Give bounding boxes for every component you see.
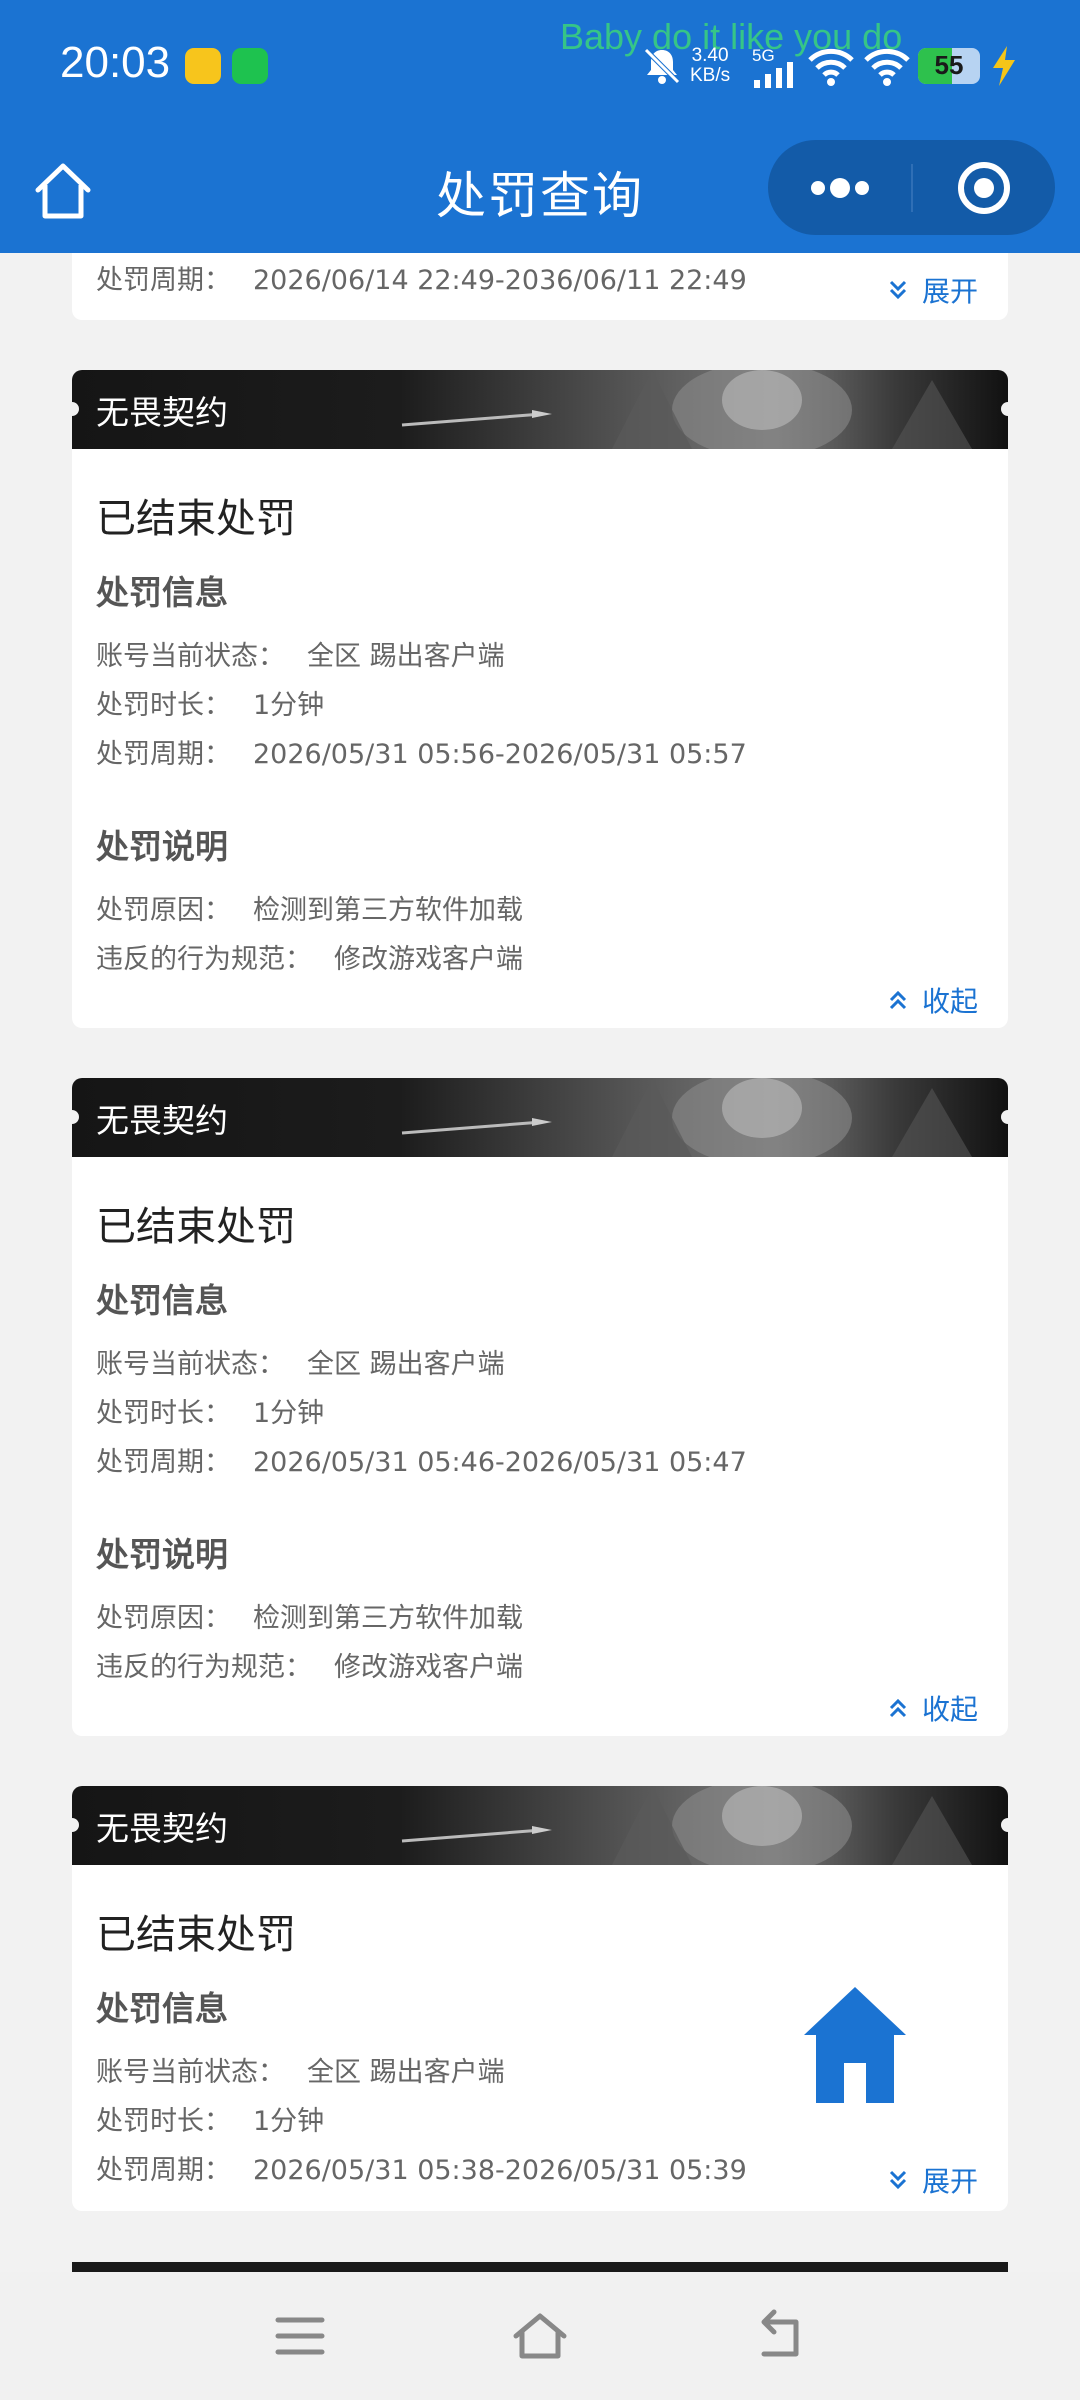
duration-label: 处罚时长： (96, 1398, 231, 1429)
account-state-value: 全区 踢出客户端 (307, 1349, 505, 1380)
toggle-label: 展开 (921, 275, 978, 308)
account-state-row: 账号当前状态： 全区 踢出客户端 (96, 634, 505, 673)
net-speed-unit: KB/s (690, 65, 731, 86)
penalty-desc-title: 处罚说明 (96, 1535, 228, 1574)
penalty-status: 已结束处罚 (96, 1912, 296, 1958)
period-value: 2026/05/31 05:56-2026/05/31 05:57 (253, 739, 747, 770)
status-bar: 20:03 Baby do it like you do 3.40 KB/s 5… (0, 0, 1080, 130)
account-state-label: 账号当前状态： (96, 641, 285, 672)
rule-label: 违反的行为规范： (96, 944, 312, 975)
reason-label: 处罚原因： (96, 1603, 231, 1634)
charging-bolt-icon (993, 46, 1015, 86)
banner-notch (1001, 402, 1008, 416)
reason-value: 检测到第三方软件加载 (253, 895, 523, 926)
mute-bell-icon (644, 48, 680, 84)
period-row: 处罚周期： 2026/06/14 22:49-2036/06/11 22:49 (96, 258, 747, 297)
game-name: 无畏契约 (96, 393, 228, 432)
period-label: 处罚周期： (96, 1447, 231, 1478)
net-speed-value: 3.40 (691, 45, 729, 66)
duration-label: 处罚时长： (96, 2106, 231, 2137)
collapse-toggle[interactable]: 收起 (888, 1688, 978, 1728)
reason-row: 处罚原因： 检测到第三方软件加载 (96, 888, 523, 927)
penalty-status: 已结束处罚 (96, 496, 296, 542)
battery-text: 55 (934, 50, 964, 80)
period-value: 2026/05/31 05:46-2026/05/31 05:47 (253, 1447, 747, 1478)
chevron-double-down-icon (889, 280, 907, 300)
reason-row: 处罚原因： 检测到第三方软件加载 (96, 1596, 523, 1635)
account-state-value: 全区 踢出客户端 (307, 641, 505, 672)
status-time: 20:03 (60, 38, 171, 87)
net-speed: 3.40 KB/s (690, 46, 730, 86)
penalty-info-title: 处罚信息 (96, 1281, 228, 1320)
account-state-row: 账号当前状态： 全区 踢出客户端 (96, 1342, 505, 1381)
collapse-toggle[interactable]: 收起 (888, 980, 978, 1020)
reason-value: 检测到第三方软件加载 (253, 1603, 523, 1634)
signal-icon (754, 62, 793, 88)
chevron-double-down-icon (889, 2170, 907, 2190)
account-state-label: 账号当前状态： (96, 2057, 285, 2088)
duration-row: 处罚时长： 1分钟 (96, 2099, 324, 2138)
toggle-label: 收起 (921, 1693, 978, 1726)
period-label: 处罚周期： (96, 2155, 231, 2186)
wifi-secondary-icon (864, 48, 910, 86)
penalty-info-title: 处罚信息 (96, 1989, 228, 2028)
account-state-label: 账号当前状态： (96, 1349, 285, 1380)
expand-toggle[interactable]: 展开 (888, 270, 978, 310)
toggle-label: 展开 (921, 2165, 978, 2198)
card-banner: 无畏契约 (72, 1078, 1008, 1157)
rule-value: 修改游戏客户端 (334, 1652, 523, 1683)
rule-value: 修改游戏客户端 (334, 944, 523, 975)
music-app-icon (185, 48, 221, 84)
period-row: 处罚周期： 2026/05/31 05:46-2026/05/31 05:47 (96, 1440, 747, 1479)
system-navigation-bar (0, 2272, 1080, 2400)
penalty-card: 无畏契约 已结束处罚 处罚信息 账号当前状态： 全区 踢出客户端 处罚时长： 1分钟… (72, 1078, 1008, 1736)
duration-value: 1分钟 (253, 690, 325, 721)
period-value: 2026/06/14 22:49-2036/06/11 22:49 (253, 265, 747, 296)
duration-value: 1分钟 (253, 1398, 325, 1429)
floating-home-icon[interactable] (800, 1985, 910, 2105)
account-state-value: 全区 踢出客户端 (307, 2057, 505, 2088)
duration-value: 1分钟 (253, 2106, 325, 2137)
navigation-bar: 处罚查询 (0, 130, 1080, 253)
chevron-double-up-icon (889, 990, 907, 1010)
period-label: 处罚周期： (96, 739, 231, 770)
toggle-label: 收起 (921, 985, 978, 1018)
game-name: 无畏契约 (96, 1101, 228, 1140)
period-value: 2026/05/31 05:38-2026/05/31 05:39 (253, 2155, 747, 2186)
reason-label: 处罚原因： (96, 895, 231, 926)
wifi-icon (808, 48, 854, 86)
chevron-double-up-icon (889, 1698, 907, 1718)
game-name: 无畏契约 (96, 1809, 228, 1848)
more-options-icon[interactable] (768, 140, 911, 235)
expand-toggle[interactable]: 展开 (888, 2160, 978, 2200)
rule-row: 违反的行为规范： 修改游戏客户端 (96, 1645, 523, 1684)
card-banner: 无畏契约 (72, 1786, 1008, 1865)
duration-row: 处罚时长： 1分钟 (96, 1391, 324, 1430)
duration-row: 处罚时长： 1分钟 (96, 683, 324, 722)
banner-notch (1001, 1110, 1008, 1124)
close-miniprogram-icon[interactable] (913, 140, 1055, 235)
card-banner: 无畏契约 (72, 370, 1008, 449)
period-row: 处罚周期： 2026/05/31 05:56-2026/05/31 05:57 (96, 732, 747, 771)
banner-notch (1001, 1818, 1008, 1832)
app-header: 20:03 Baby do it like you do 3.40 KB/s 5… (0, 0, 1080, 253)
penalty-card: 无畏契约 已结束处罚 处罚信息 账号当前状态： 全区 踢出客户端 处罚时长： 1分钟… (72, 370, 1008, 1028)
penalty-status: 已结束处罚 (96, 1204, 296, 1250)
system-home-icon[interactable] (510, 2306, 570, 2366)
rule-row: 违反的行为规范： 修改游戏客户端 (96, 937, 523, 976)
penalty-desc-title: 处罚说明 (96, 827, 228, 866)
menu-icon[interactable] (270, 2306, 330, 2366)
account-state-row: 账号当前状态： 全区 踢出客户端 (96, 2050, 505, 2089)
back-icon[interactable] (750, 2306, 810, 2366)
rule-label: 违反的行为规范： (96, 1652, 312, 1683)
penalty-info-title: 处罚信息 (96, 573, 228, 612)
period-label: 处罚周期： (96, 265, 231, 296)
miniprogram-capsule (768, 140, 1055, 235)
period-row: 处罚周期： 2026/05/31 05:38-2026/05/31 05:39 (96, 2148, 747, 2187)
battery-indicator: 55 (918, 48, 980, 84)
wechat-icon (232, 48, 268, 84)
duration-label: 处罚时长： (96, 690, 231, 721)
